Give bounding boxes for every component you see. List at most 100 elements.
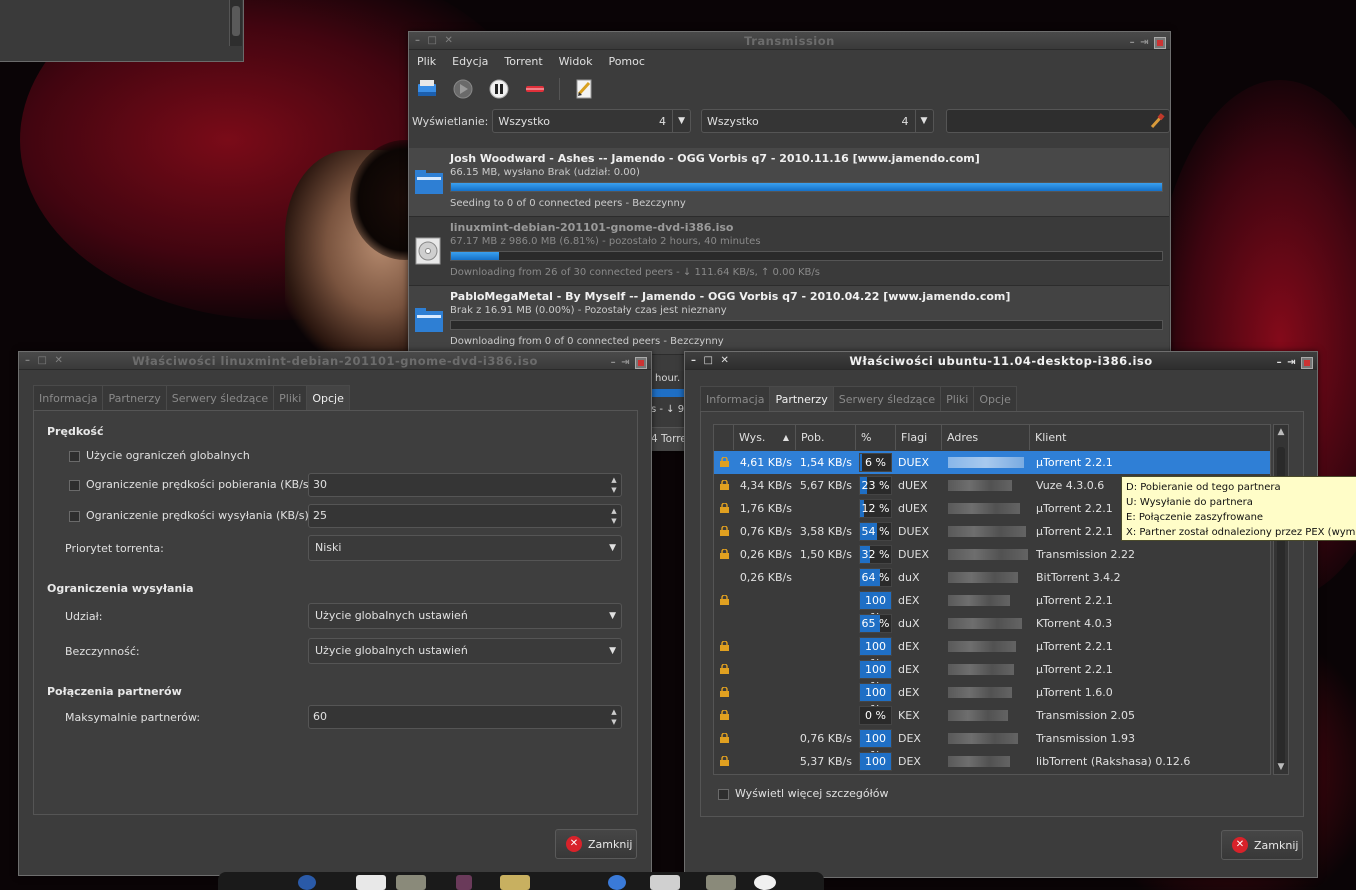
close-icon[interactable]: ✕	[720, 352, 729, 370]
minimize-icon[interactable]: –	[25, 352, 31, 370]
activity-filter-combo[interactable]: Wszystko 4 ▼	[492, 109, 692, 133]
network-dock-icon[interactable]	[608, 875, 626, 890]
lock-icon	[720, 480, 729, 490]
peer-row[interactable]: 65 % duX KTorrent 4.0.3	[714, 612, 1270, 635]
use-global-limits-checkbox[interactable]	[69, 451, 80, 462]
tab-serwery[interactable]: Serwery śledzące	[165, 385, 275, 411]
column-header-lock[interactable]	[714, 425, 734, 450]
tab-opcje[interactable]: Opcje	[973, 386, 1017, 412]
upload-limit-spinner[interactable]: 25 ▲ ▼	[308, 504, 622, 528]
tab-partnerzy[interactable]: Partnerzy	[769, 386, 834, 412]
more-details-checkbox[interactable]	[718, 789, 729, 800]
menu-widok[interactable]: Widok	[559, 55, 593, 68]
search-input[interactable]	[945, 109, 1170, 133]
column-header-down[interactable]: Pob.	[796, 425, 856, 450]
close-icon[interactable]: ✕	[54, 352, 63, 370]
maximize-icon[interactable]: □	[38, 352, 48, 370]
column-header-percent[interactable]: %	[856, 425, 896, 450]
download-limit-checkbox[interactable]	[69, 480, 80, 491]
notes-dock-icon[interactable]	[500, 875, 530, 890]
right-titlebar[interactable]: – □ ✕ Właściwości ubuntu-11.04-desktop-i38…	[685, 352, 1317, 370]
column-header-up[interactable]: Wys. ▲	[734, 425, 796, 450]
main-titlebar[interactable]: – □ ✕ Transmission – ⇥	[409, 32, 1170, 50]
torrent-row[interactable]: PabloMegaMetal - By Myself -- Jamendo - …	[409, 286, 1169, 355]
clear-search-icon[interactable]	[1149, 113, 1165, 132]
terminal-dock-icon[interactable]	[650, 875, 680, 890]
download-limit-spinner[interactable]: 30 ▲ ▼	[308, 473, 622, 497]
peer-row[interactable]: 0,26 KB/s 1,50 KB/s 32 % DUEX Transmission 2…	[714, 543, 1270, 566]
spin-arrows-icon[interactable]: ▲ ▼	[609, 707, 619, 727]
app-menu-icon[interactable]	[1301, 357, 1313, 369]
peer-row[interactable]: 4,61 KB/s 1,54 KB/s 6 % DUEX µTorrent 2.2.1	[714, 451, 1270, 474]
pin-icon[interactable]: ⇥	[1287, 354, 1296, 372]
scroll-down-icon[interactable]: ▼	[1274, 760, 1288, 774]
shade-icon[interactable]: –	[1277, 354, 1283, 372]
close-button[interactable]: ✕ Zamknij	[1221, 830, 1303, 860]
menu-edycja[interactable]: Edycja	[452, 55, 488, 68]
properties-icon[interactable]	[572, 77, 596, 101]
torrent-row[interactable]: Josh Woodward - Ashes -- Jamendo - OGG V…	[409, 148, 1169, 217]
max-peers-spinner[interactable]: 60 ▲ ▼	[308, 705, 622, 729]
column-header-client[interactable]: Klient	[1030, 425, 1270, 450]
torrent-progress-text: 66.15 MB, wysłano Brak (udział: 0.00)	[450, 167, 640, 178]
category-filter-combo[interactable]: Wszystko 4 ▼	[701, 109, 934, 133]
folder-dock-icon[interactable]	[706, 875, 736, 890]
menu-plik[interactable]: Plik	[417, 55, 436, 68]
tab-informacja[interactable]: Informacja	[33, 385, 104, 411]
priority-dropdown[interactable]: Niski ▼	[308, 535, 622, 561]
peer-row[interactable]: 100 % dEX µTorrent 2.2.1	[714, 635, 1270, 670]
peer-row[interactable]: 0,26 KB/s 64 % duX BitTorrent 3.4.2	[714, 566, 1270, 589]
peer-row[interactable]: 100 % dEX µTorrent 1.6.0	[714, 681, 1270, 716]
minimize-icon[interactable]: –	[415, 32, 421, 50]
left-titlebar[interactable]: – □ ✕ Właściwości linuxmint-debian-201101-…	[19, 352, 651, 370]
tab-pliki[interactable]: Pliki	[940, 386, 975, 412]
peer-row[interactable]: 0,76 KB/s 100 % DEX Transmission 1.93	[714, 727, 1270, 762]
peer-row[interactable]: 0 % KEX Transmission 2.05	[714, 704, 1270, 727]
tab-pliki[interactable]: Pliki	[273, 385, 308, 411]
app-dock-icon[interactable]	[754, 875, 776, 890]
pause-icon[interactable]	[487, 77, 511, 101]
tab-serwery[interactable]: Serwery śledzące	[832, 386, 942, 412]
scrollbar[interactable]	[229, 0, 242, 46]
spin-arrows-icon[interactable]: ▲ ▼	[609, 506, 619, 526]
tab-informacja[interactable]: Informacja	[700, 386, 771, 412]
add-torrent-icon[interactable]	[415, 77, 439, 101]
remove-icon[interactable]	[523, 77, 547, 101]
upload-limit-checkbox[interactable]	[69, 511, 80, 522]
peer-row[interactable]: 100 % dEX µTorrent 2.2.1	[714, 658, 1270, 693]
torrent-progress-fill	[451, 252, 500, 260]
peer-progress-text: 6 %	[865, 456, 886, 469]
shade-icon[interactable]: –	[611, 354, 617, 372]
tab-opcje[interactable]: Opcje	[306, 385, 350, 411]
close-icon[interactable]: ✕	[444, 32, 453, 50]
close-button[interactable]: ✕ Zamknij	[555, 829, 637, 859]
column-header-address[interactable]: Adres	[942, 425, 1030, 450]
ratio-dropdown[interactable]: Użycie globalnych ustawień ▼	[308, 603, 622, 629]
app-menu-icon[interactable]	[1154, 37, 1166, 49]
menu-torrent[interactable]: Torrent	[504, 55, 542, 68]
minimize-icon[interactable]: –	[691, 352, 697, 370]
browser-dock-icon[interactable]	[298, 875, 316, 890]
scroll-up-icon[interactable]: ▲	[1274, 425, 1288, 439]
peer-progress: 54 %	[859, 522, 892, 541]
maximize-icon[interactable]: □	[704, 352, 714, 370]
tab-partnerzy[interactable]: Partnerzy	[102, 385, 167, 411]
app-dock-icon[interactable]	[456, 875, 472, 890]
peer-row[interactable]: 100 % dEX µTorrent 2.2.1	[714, 589, 1270, 624]
column-header-flags[interactable]: Flagi	[896, 425, 942, 450]
pin-icon[interactable]: ⇥	[1140, 34, 1149, 52]
idle-dropdown[interactable]: Użycie globalnych ustawień ▼	[308, 638, 622, 664]
document-dock-icon[interactable]	[356, 875, 386, 890]
torrent-row[interactable]: linuxmint-debian-201101-gnome-dvd-i386.i…	[409, 217, 1169, 286]
peer-row[interactable]: 5,37 KB/s 100 % DEX libTorrent (Rakshasa) 0…	[714, 750, 1270, 774]
folder-icon	[414, 306, 444, 334]
pin-icon[interactable]: ⇥	[621, 354, 630, 372]
start-icon[interactable]	[451, 77, 475, 101]
maximize-icon[interactable]: □	[428, 32, 438, 50]
spin-arrows-icon[interactable]: ▲ ▼	[609, 475, 619, 495]
ratio-value: Użycie globalnych ustawień	[315, 609, 468, 622]
menu-pomoc[interactable]: Pomoc	[608, 55, 644, 68]
app-menu-icon[interactable]	[635, 357, 647, 369]
shade-icon[interactable]: –	[1130, 34, 1136, 52]
folder-dock-icon[interactable]	[396, 875, 426, 890]
